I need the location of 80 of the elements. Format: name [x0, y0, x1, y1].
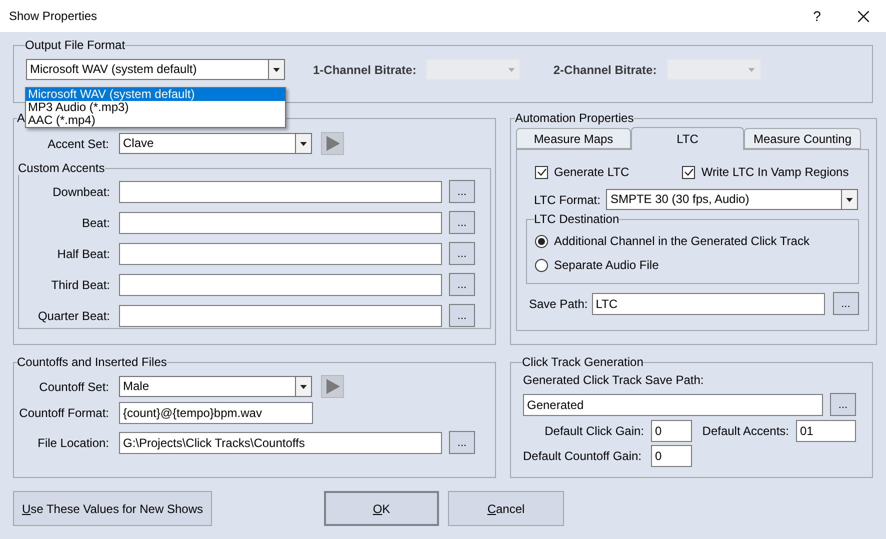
browse-button[interactable]: ...	[449, 211, 475, 234]
tab[interactable]: Measure Counting	[744, 128, 861, 149]
window-title: Show Properties	[8, 8, 98, 25]
caret-icon	[748, 68, 756, 72]
dropdown[interactable]: Microsoft WAV (system default)	[26, 59, 285, 80]
dropdown-option[interactable]: Microsoft WAV (system default)	[26, 88, 285, 101]
browse-button[interactable]: ...	[832, 292, 859, 315]
field-label: Save Path:	[529, 296, 588, 312]
browse-button[interactable]: ...	[449, 180, 475, 203]
field-label: Third Beat:	[50, 276, 110, 294]
input-field[interactable]: {count}@{tempo}bpm.wav	[119, 402, 313, 424]
input-field[interactable]: 0	[651, 445, 692, 467]
field-label: Default Click Gain:	[544, 423, 644, 440]
checkmark-icon	[536, 167, 546, 177]
caret-icon	[300, 142, 307, 146]
play-icon	[325, 379, 340, 394]
caret-icon	[300, 384, 307, 388]
input-field[interactable]	[119, 180, 442, 202]
field-label: Beat:	[80, 214, 110, 232]
browse-button[interactable]: ...	[449, 304, 475, 327]
field-label: Downbeat:	[52, 184, 110, 200]
input-field[interactable]: LTC	[592, 292, 825, 314]
browse-button[interactable]: ...	[449, 242, 475, 265]
group-title: Custom Accents	[18, 161, 105, 175]
group-title: LTC Destination	[534, 212, 620, 226]
radio-label: Separate Audio File	[554, 257, 659, 274]
caret-icon	[508, 68, 515, 72]
tab[interactable]: LTC	[631, 127, 744, 150]
field-label: 1-Channel Bitrate:	[313, 62, 416, 78]
input-field[interactable]: 01	[796, 420, 856, 442]
input-field[interactable]	[119, 274, 442, 296]
group-title: Output File Format	[25, 38, 126, 52]
close-icon	[858, 10, 868, 22]
play-button[interactable]	[321, 375, 344, 398]
group-title: Countoffs and Inserted Files	[17, 355, 167, 369]
play-icon	[325, 136, 340, 151]
input-field[interactable]: Generated	[523, 394, 823, 416]
caret-icon	[846, 198, 854, 202]
caret-icon	[273, 68, 280, 72]
input-field[interactable]: 0	[651, 420, 692, 442]
field-label: 2-Channel Bitrate:	[553, 62, 657, 78]
checkbox-label: Write LTC In Vamp Regions	[701, 164, 849, 181]
group-title: A	[17, 111, 26, 125]
checkbox[interactable]	[535, 166, 548, 178]
browse-button[interactable]: ...	[449, 431, 475, 454]
input-field[interactable]	[119, 212, 442, 234]
dialog-button[interactable]: OK	[324, 491, 439, 526]
checkmark-icon	[684, 167, 694, 177]
checkbox[interactable]	[682, 166, 696, 178]
input-field[interactable]: G:\Projects\Click Tracks\Countoffs	[119, 432, 442, 454]
play-button[interactable]	[321, 132, 344, 155]
dropdown[interactable]: Male	[119, 376, 312, 397]
field-label: File Location:	[36, 434, 109, 452]
group-title: Automation Properties	[515, 111, 634, 125]
radio-label: Additional Channel in the Generated Click Track	[554, 233, 810, 250]
radio-button[interactable]	[535, 258, 548, 272]
dialog-button[interactable]: Use These Values for New Shows	[13, 491, 212, 526]
tab[interactable]: Measure Maps	[516, 128, 631, 149]
field-label: Default Accents:	[701, 423, 789, 440]
browse-button[interactable]: ...	[830, 393, 856, 416]
field-label: Default Countoff Gain:	[523, 448, 643, 465]
field-label: Countoff Set:	[38, 378, 109, 396]
dropdown[interactable]: SMPTE 30 (30 fps, Audio)	[606, 189, 858, 210]
dropdown[interactable]: Clave	[119, 133, 312, 154]
browse-button[interactable]: ...	[449, 273, 475, 296]
field-label: Generated Click Track Save Path:	[523, 372, 705, 389]
field-label: Quarter Beat:	[36, 308, 110, 324]
dialog-button[interactable]: Cancel	[448, 491, 564, 526]
help-button[interactable]: ?	[794, 0, 840, 32]
field-label: Accent Set:	[46, 136, 109, 152]
field-label: Half Beat:	[56, 246, 110, 262]
field-label: LTC Format:	[534, 192, 600, 208]
input-field[interactable]	[119, 304, 442, 326]
dropdown-option[interactable]: MP3 Audio (*.mp3)	[26, 101, 285, 114]
radio-button[interactable]	[535, 234, 548, 248]
group-title: Click Track Generation	[522, 355, 644, 369]
checkbox-label: Generate LTC	[554, 164, 630, 181]
field-label: Countoff Format:	[18, 405, 109, 422]
dropdown-option[interactable]: AAC (*.mp4)	[26, 114, 285, 127]
input-field[interactable]	[119, 242, 442, 264]
